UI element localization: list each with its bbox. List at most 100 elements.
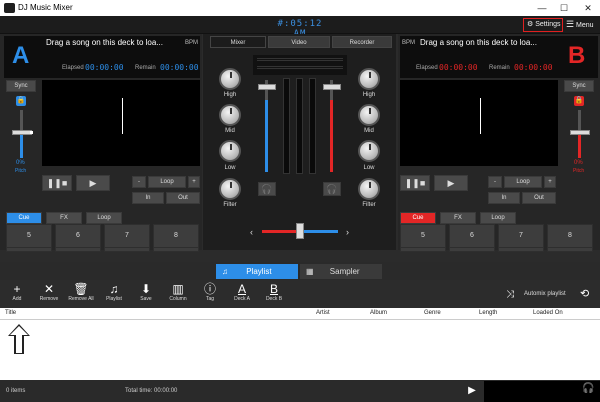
preview-play-button[interactable]: ▶ bbox=[462, 383, 482, 399]
deck-a-bpm-label: BPM bbox=[185, 40, 199, 46]
add-button[interactable]: + Add bbox=[1, 282, 33, 302]
deck-b-sync-button[interactable]: Sync bbox=[564, 80, 594, 92]
deck-a-tab-cue[interactable]: Cue bbox=[6, 212, 42, 224]
deck-b-loop-minus-button[interactable]: - bbox=[488, 176, 502, 188]
deck-a-loop-out-button[interactable]: Out bbox=[166, 192, 200, 204]
grid-icon: ▦ bbox=[306, 267, 314, 276]
deck-a-filter-knob[interactable] bbox=[219, 178, 241, 200]
playlist-body[interactable] bbox=[0, 320, 600, 380]
deck-b-volume-fader[interactable] bbox=[323, 84, 341, 90]
deck-b-loop-out-button[interactable]: Out bbox=[522, 192, 556, 204]
column-title[interactable]: Title bbox=[5, 310, 16, 316]
master-level-meter bbox=[296, 78, 303, 174]
deck-b-lock-icon[interactable]: 🔒 bbox=[574, 96, 584, 106]
deck-a-pad-5[interactable]: 5 bbox=[6, 224, 52, 248]
maximize-button[interactable]: ☐ bbox=[554, 1, 574, 15]
deck-b-play-button[interactable]: ▶ bbox=[434, 175, 468, 191]
deck-a-tab-loop[interactable]: Loop bbox=[86, 212, 122, 224]
remove-all-button[interactable]: 🗑 Remove All bbox=[65, 282, 97, 302]
settings-button[interactable]: ⚙ Settings bbox=[523, 18, 563, 32]
deck-b-loop-button[interactable]: Loop bbox=[504, 176, 542, 188]
vu-meter-line bbox=[257, 66, 343, 69]
deck-a-pad-8[interactable]: 8 bbox=[153, 224, 199, 248]
deck-b-elapsed-time: 00:00:00 bbox=[439, 63, 478, 72]
tag-button[interactable]: ⓘ Tag bbox=[194, 282, 226, 302]
deck-b-pad-7[interactable]: 7 bbox=[498, 224, 544, 248]
deck-b-pause-stop-button[interactable]: ❚❚■ bbox=[400, 175, 430, 191]
deck-b-low-label: Low bbox=[363, 165, 375, 171]
column-album[interactable]: Album bbox=[370, 310, 387, 316]
deck-a-lock-icon[interactable]: 🔒 bbox=[16, 96, 26, 106]
deck-b-tab-loop[interactable]: Loop bbox=[480, 212, 516, 224]
deck-a-loop-plus-button[interactable]: + bbox=[188, 176, 200, 188]
deck-a-load-button[interactable]: A Deck A bbox=[226, 282, 258, 302]
tag-icon: ⓘ bbox=[203, 282, 216, 296]
deck-b-loop-in-button[interactable]: In bbox=[488, 192, 520, 204]
automix-label[interactable]: Automix playlist bbox=[524, 291, 566, 297]
deck-a-headphone-cue-button[interactable]: 🎧 bbox=[258, 182, 276, 196]
menu-button[interactable]: ☰ Menu bbox=[566, 19, 594, 30]
column-length[interactable]: Length bbox=[479, 310, 497, 316]
column-loaded-on[interactable]: Loaded On bbox=[533, 310, 563, 316]
shuffle-icon[interactable]: ⤨ bbox=[506, 289, 514, 300]
deck-a-high-knob[interactable] bbox=[219, 68, 241, 90]
deck-b-pad-6[interactable]: 6 bbox=[449, 224, 495, 248]
tab-sampler[interactable]: ▦ Sampler bbox=[300, 264, 382, 279]
play-icon: ▶ bbox=[468, 385, 476, 396]
deck-b-loop-plus-button[interactable]: + bbox=[544, 176, 556, 188]
playlist-button[interactable]: ♫ Playlist bbox=[98, 282, 130, 302]
column-artist[interactable]: Artist bbox=[316, 310, 330, 316]
repeat-icon[interactable]: ⟲ bbox=[580, 287, 589, 300]
remove-button[interactable]: ✕ Remove bbox=[33, 282, 65, 302]
deck-a-volume-fader[interactable] bbox=[258, 84, 276, 90]
tab-mixer[interactable]: Mixer bbox=[210, 36, 266, 48]
play-icon: ▶ bbox=[89, 178, 97, 188]
chevron-right-icon[interactable]: › bbox=[346, 227, 349, 237]
deck-b-headphone-cue-button[interactable]: 🎧 bbox=[323, 182, 341, 196]
deck-a-pad-6[interactable]: 6 bbox=[55, 224, 101, 248]
deck-b-high-knob[interactable] bbox=[358, 68, 380, 90]
deck-a-pitch-value: 0% bbox=[16, 160, 25, 166]
deck-a-mid-knob[interactable] bbox=[219, 104, 241, 126]
deck-b-low-knob[interactable] bbox=[358, 140, 380, 162]
deck-a-tab-fx[interactable]: FX bbox=[46, 212, 82, 224]
headphones-icon[interactable]: 🎧 bbox=[582, 383, 594, 394]
deck-a-sync-button[interactable]: Sync bbox=[6, 80, 36, 92]
minimize-button[interactable]: — bbox=[532, 1, 552, 15]
chevron-left-icon[interactable]: ‹ bbox=[250, 227, 253, 237]
add-icon: + bbox=[13, 282, 21, 296]
crossfader-handle[interactable] bbox=[296, 223, 304, 239]
deck-a-waveform[interactable] bbox=[42, 80, 200, 166]
deck-b-pitch-slider[interactable] bbox=[570, 130, 590, 135]
deck-b-pad-8[interactable]: 8 bbox=[547, 224, 593, 248]
tab-playlist[interactable]: ♫ Playlist bbox=[216, 264, 298, 279]
deck-a-loop-button[interactable]: Loop bbox=[148, 176, 186, 188]
deck-a-icon: A bbox=[237, 282, 246, 296]
deck-b-tab-cue[interactable]: Cue bbox=[400, 212, 436, 224]
deck-a-pad-7[interactable]: 7 bbox=[104, 224, 150, 248]
deck-a-loop-minus-button[interactable]: - bbox=[132, 176, 146, 188]
headphones-icon: 🎧 bbox=[326, 184, 338, 194]
column-genre[interactable]: Genre bbox=[424, 310, 441, 316]
deck-a-low-knob[interactable] bbox=[219, 140, 241, 162]
deck-b-mid-knob[interactable] bbox=[358, 104, 380, 126]
deck-b-pad-5[interactable]: 5 bbox=[400, 224, 446, 248]
deck-a-pitch-slider[interactable] bbox=[12, 130, 32, 135]
deck-b: BPM Drag a song on this deck to loa... B… bbox=[398, 34, 600, 252]
tab-recorder[interactable]: Recorder bbox=[332, 36, 392, 48]
deck-b-tab-fx[interactable]: FX bbox=[440, 212, 476, 224]
total-time: Total time: 00:00:00 bbox=[125, 388, 178, 394]
save-icon: ⬇ bbox=[140, 282, 152, 296]
deck-a-pitch-label: Pitch bbox=[15, 168, 27, 174]
deck-b-mid-label: Mid bbox=[364, 128, 374, 134]
deck-a-play-button[interactable]: ▶ bbox=[76, 175, 110, 191]
deck-b-filter-knob[interactable] bbox=[358, 178, 380, 200]
close-button[interactable]: ✕ bbox=[578, 1, 598, 15]
deck-b-load-button[interactable]: B Deck B bbox=[258, 282, 290, 302]
save-button[interactable]: ⬇ Save bbox=[130, 282, 162, 302]
deck-a-pause-stop-button[interactable]: ❚❚■ bbox=[42, 175, 72, 191]
deck-a-loop-in-button[interactable]: In bbox=[132, 192, 164, 204]
column-button[interactable]: ▥ Column bbox=[162, 282, 194, 302]
tab-video[interactable]: Video bbox=[268, 36, 330, 48]
deck-b-waveform[interactable] bbox=[400, 80, 558, 166]
